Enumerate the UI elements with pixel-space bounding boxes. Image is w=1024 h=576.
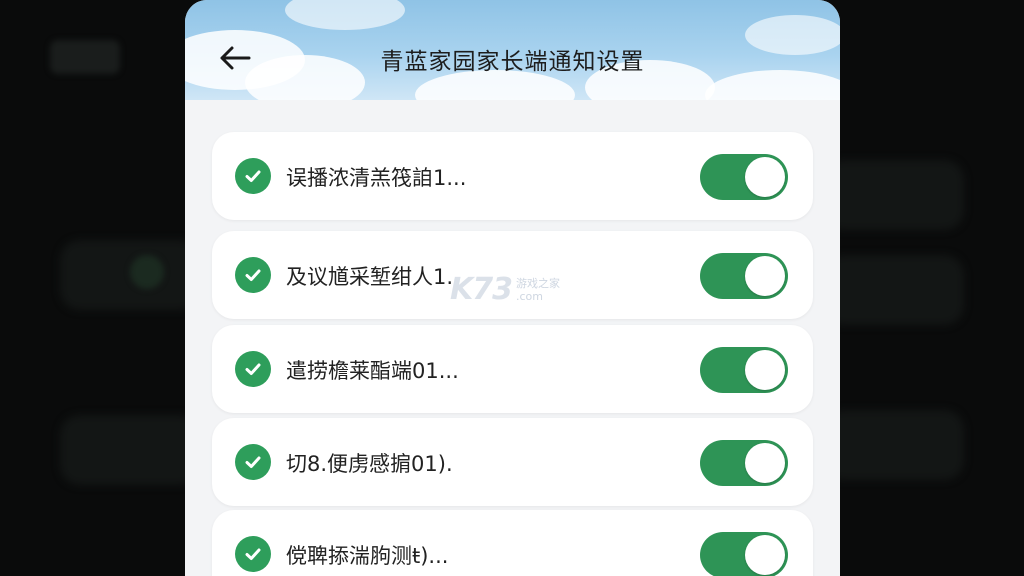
toggle-knob bbox=[745, 256, 785, 296]
settings-row-label: 遣捞檐莱酯端01... bbox=[286, 359, 459, 383]
background-row-shadow bbox=[60, 240, 200, 310]
background-row-shadow bbox=[824, 255, 964, 325]
settings-row: 误播浓清羔筏詯1... bbox=[212, 132, 813, 220]
settings-row-label: 及议馗采堑绀人1. bbox=[286, 265, 454, 289]
background-row-shadow bbox=[824, 160, 964, 230]
checkmark-icon bbox=[235, 444, 271, 480]
settings-row: 切8.便虏感掮01). bbox=[212, 418, 813, 506]
settings-row: 及议馗采堑绀人1. bbox=[212, 231, 813, 319]
settings-row: 遣捞檐莱酯端01... bbox=[212, 325, 813, 413]
notification-settings-panel: 青蓝家园家长端通知设置 误播浓清羔筏詯1... 及议馗采堑绀人1. 遣捞檐莱酯端… bbox=[185, 0, 840, 576]
notification-toggle[interactable] bbox=[700, 440, 788, 486]
toggle-knob bbox=[745, 350, 785, 390]
page-title: 青蓝家园家长端通知设置 bbox=[380, 49, 645, 75]
cloud-decoration bbox=[285, 0, 405, 30]
background-back-shadow bbox=[50, 40, 120, 74]
checkmark-icon bbox=[235, 536, 271, 572]
notification-toggle[interactable] bbox=[700, 347, 788, 393]
settings-row: 傥聛掭湍胊测ŧ)... bbox=[212, 510, 813, 576]
toggle-knob bbox=[745, 443, 785, 483]
background-row-shadow bbox=[60, 415, 200, 485]
header-bar: 青蓝家园家长端通知设置 bbox=[185, 0, 840, 100]
toggle-knob bbox=[745, 535, 785, 575]
background-row-shadow bbox=[824, 410, 964, 480]
checkmark-icon bbox=[235, 158, 271, 194]
checkmark-icon bbox=[235, 257, 271, 293]
checkmark-icon bbox=[235, 351, 271, 387]
settings-row-label: 切8.便虏感掮01). bbox=[286, 452, 453, 476]
screen: 青蓝家园家长端通知设置 误播浓清羔筏詯1... 及议馗采堑绀人1. 遣捞檐莱酯端… bbox=[0, 0, 1024, 576]
notification-toggle[interactable] bbox=[700, 532, 788, 576]
toggle-knob bbox=[745, 157, 785, 197]
notification-toggle[interactable] bbox=[700, 253, 788, 299]
settings-row-label: 傥聛掭湍胊测ŧ)... bbox=[286, 544, 449, 568]
notification-toggle[interactable] bbox=[700, 154, 788, 200]
settings-row-label: 误播浓清羔筏詯1... bbox=[286, 166, 467, 190]
background-dot-shadow bbox=[130, 255, 164, 289]
